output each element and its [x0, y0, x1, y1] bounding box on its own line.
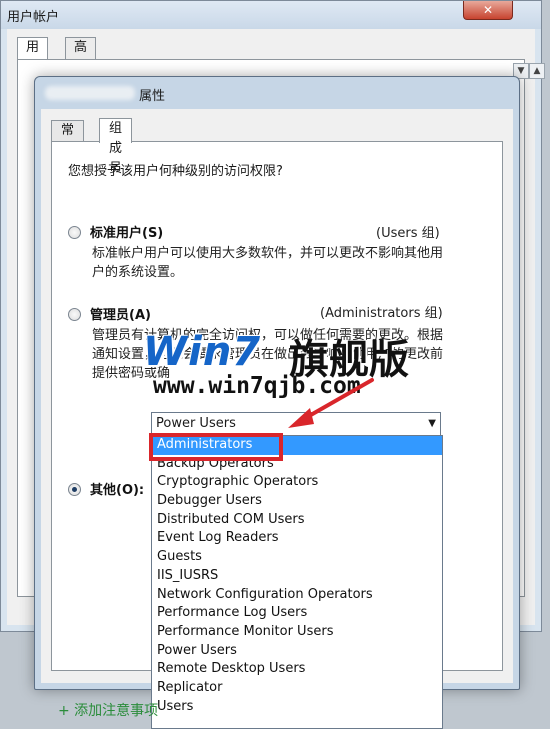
user-accounts-titlebar: 用户帐户 ✕: [1, 1, 541, 29]
group-list-item[interactable]: Guests: [152, 548, 442, 567]
group-list-item[interactable]: Cryptographic Operators: [152, 473, 442, 492]
standard-user-group: (Users 组): [376, 226, 440, 241]
group-list-item[interactable]: Debugger Users: [152, 492, 442, 511]
highlight-box: [149, 433, 283, 461]
blurred-username: [45, 86, 135, 100]
add-note-link[interactable]: + 添加注意事项: [58, 700, 158, 720]
access-question: 您想授予该用户何种级别的访问权限?: [68, 164, 283, 179]
radio-administrator[interactable]: [68, 308, 81, 321]
group-list-item[interactable]: Users: [152, 698, 442, 717]
group-list-item[interactable]: Distributed COM Users: [152, 511, 442, 530]
dialog-titlebar: 属性: [35, 77, 519, 109]
other-label[interactable]: 其他(O):: [90, 479, 144, 498]
desc-line: 标准帐户用户可以使用大多数软件，并可以更改不影响其他用: [92, 246, 444, 261]
tab-users[interactable]: 用户: [17, 37, 49, 75]
scroll-up-icon[interactable]: ▲: [529, 63, 545, 79]
watermark-logo: Win7: [143, 329, 262, 375]
desc-line: 户的系统设置。: [92, 265, 184, 280]
group-list-item[interactable]: Performance Log Users: [152, 604, 442, 623]
group-list-item[interactable]: Performance Monitor Users: [152, 623, 442, 642]
dialog-title: 属性: [139, 89, 166, 104]
radio-other[interactable]: [68, 483, 81, 496]
tab-advanced[interactable]: 高级: [65, 37, 97, 75]
chevron-down-icon[interactable]: ▼: [428, 413, 436, 435]
close-button[interactable]: ✕: [463, 1, 513, 20]
group-list-item[interactable]: Network Configuration Operators: [152, 586, 442, 605]
group-list-item[interactable]: Remote Desktop Users: [152, 660, 442, 679]
group-dropdown-list[interactable]: Administrators Backup Operators Cryptograp…: [151, 435, 443, 729]
group-list-item[interactable]: Replicator: [152, 679, 442, 698]
combobox-value: Power Users: [156, 416, 236, 431]
administrator-group: (Administrators 组): [320, 306, 443, 321]
group-list-item[interactable]: Power Users: [152, 642, 442, 661]
standard-user-description: 标准帐户用户可以使用大多数软件，并可以更改不影响其他用 户的系统设置。: [92, 244, 462, 282]
annotation-arrow-icon: [288, 378, 374, 428]
tab-group-membership[interactable]: 组成员: [99, 118, 133, 176]
user-accounts-title: 用户帐户: [7, 10, 60, 25]
radio-standard-user[interactable]: [68, 226, 81, 239]
user-properties-dialog: 属性 常规 组成员 您想授予该用户何种级别的访问权限? 标准用户(S) (Use…: [34, 76, 520, 729]
standard-user-label[interactable]: 标准用户(S): [90, 222, 163, 241]
group-list-item[interactable]: Event Log Readers: [152, 529, 442, 548]
tab-general[interactable]: 常规: [51, 120, 85, 158]
group-list-item[interactable]: IIS_IUSRS: [152, 567, 442, 586]
administrator-label[interactable]: 管理员(A): [90, 304, 151, 323]
